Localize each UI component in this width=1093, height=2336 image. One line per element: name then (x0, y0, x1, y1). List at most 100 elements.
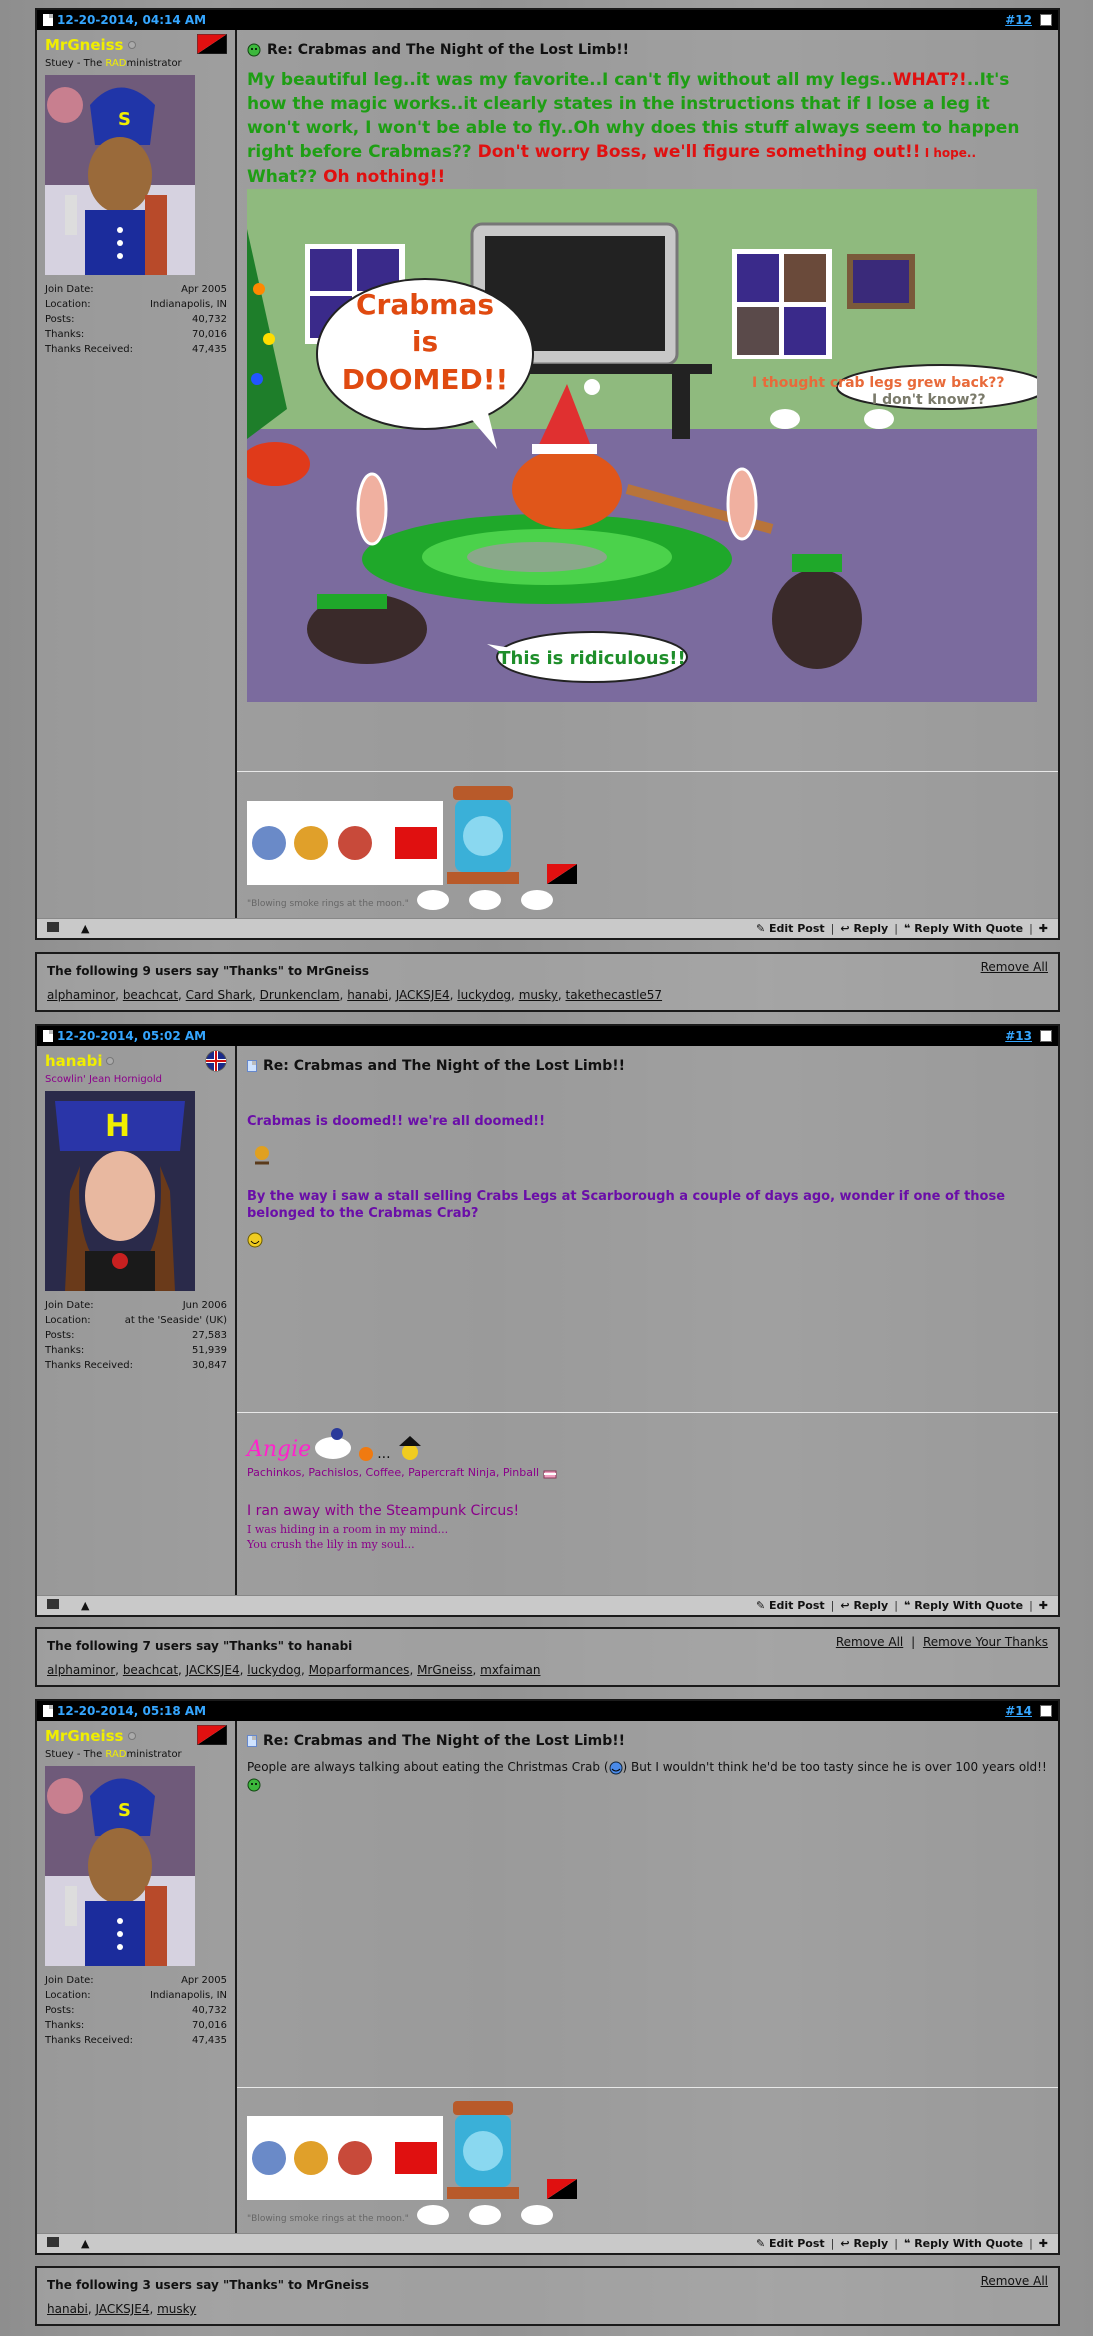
thanks-user-link[interactable]: musky (519, 988, 558, 1002)
signature-line-3: I was hiding in a room in my mind... (247, 1523, 449, 1536)
post-number-link[interactable]: #12 (1005, 13, 1032, 27)
post-content: Re: Crabmas and The Night of the Lost Li… (237, 30, 1058, 918)
remove-all-thanks-link[interactable]: Remove All (981, 960, 1048, 974)
avatar[interactable]: S (45, 1766, 195, 1966)
signature-hobbies: Pachinkos, Pachislos, Coffee, Papercraft… (247, 1466, 540, 1479)
edit-post-button[interactable]: ✎ Edit Post (756, 922, 825, 935)
remove-your-thanks-link[interactable]: Remove Your Thanks (923, 1635, 1048, 1649)
thanks-user-link[interactable]: JACKSJE4 (396, 988, 450, 1002)
multi-quote-icon[interactable]: ✚ (1039, 922, 1048, 935)
warning-icon[interactable]: ▲ (81, 1599, 89, 1612)
signature-dots: ... (377, 1446, 391, 1462)
multiquote-checkbox[interactable] (1040, 14, 1052, 26)
svg-text:S: S (118, 109, 131, 130)
remove-all-thanks-link[interactable]: Remove All (981, 2274, 1048, 2288)
user-stats: Join Date: Apr 2005 Location: Indianapolis… (45, 1975, 227, 2046)
sheep-icon (315, 1428, 352, 1459)
post-date: 12-20-2014, 05:18 AM (57, 1704, 207, 1718)
document-icon (43, 1705, 53, 1717)
username-link[interactable]: hanabi (45, 1052, 227, 1070)
post-line-1: Crabmas is doomed!! we're all doomed!! (247, 1114, 546, 1129)
thanks-user-link[interactable]: beachcat (123, 1663, 178, 1677)
avatar[interactable]: S (45, 75, 195, 275)
signature-divider (237, 771, 1058, 772)
post-13: 12-20-2014, 05:02 AM #13 hanabi Scowlin'… (35, 1024, 1060, 1617)
edit-post-button[interactable]: ✎ Edit Post (756, 2237, 825, 2250)
thanks-user-link[interactable]: hanabi (47, 2302, 88, 2316)
signature-banner-image (247, 2116, 443, 2200)
user-title: Stuey - The RADministrator (45, 58, 182, 69)
grin-smiley-icon (247, 1232, 263, 1248)
signature-divider (237, 1412, 1058, 1413)
post-footer: ▲ ✎ Edit Post | ↩ Reply | ❝ Reply With Q… (37, 1595, 1058, 1615)
user-stats: Join Date: Jun 2006 Location: at the 'Seas… (45, 1300, 227, 1371)
report-icon[interactable] (47, 2237, 59, 2247)
post-number-link[interactable]: #14 (1005, 1704, 1032, 1718)
thanks-user-list: alphaminor, beachcat, JACKSJE4, luckydog… (47, 1663, 541, 1677)
thanks-user-link[interactable]: musky (157, 2302, 196, 2316)
post-footer: ▲ ✎ Edit Post | ↩ Reply | ❝ Reply With Q… (37, 2233, 1058, 2253)
reply-with-quote-button[interactable]: ❝ Reply With Quote (904, 2237, 1023, 2250)
reply-with-quote-button[interactable]: ❝ Reply With Quote (904, 1599, 1023, 1612)
post-number-link[interactable]: #13 (1005, 1029, 1032, 1043)
thanks-user-list: hanabi, JACKSJE4, musky (47, 2302, 197, 2316)
svg-text:S: S (118, 1800, 131, 1821)
multi-quote-icon[interactable]: ✚ (1039, 2237, 1048, 2250)
signature-name: Angie (247, 1437, 312, 1462)
thanks-user-link[interactable]: takethecastle57 (566, 988, 663, 1002)
multiquote-checkbox[interactable] (1040, 1705, 1052, 1717)
multiquote-checkbox[interactable] (1040, 1030, 1052, 1042)
post-date: 12-20-2014, 05:02 AM (57, 1029, 207, 1043)
warning-icon[interactable]: ▲ (81, 2237, 89, 2250)
reply-button[interactable]: ↩ Reply (840, 922, 888, 935)
reply-button[interactable]: ↩ Reply (840, 2237, 888, 2250)
thanks-user-link[interactable]: Drunkenclam (260, 988, 340, 1002)
flag-icon (197, 1725, 227, 1745)
thanks-user-link[interactable]: beachcat (123, 988, 178, 1002)
warning-icon[interactable]: ▲ (81, 922, 89, 935)
user-stats: Join Date: Apr 2005 Location: Indianapolis… (45, 284, 227, 355)
svg-text:H: H (105, 1109, 130, 1144)
post-line-2: By the way i saw a stall selling Crabs L… (247, 1189, 1006, 1221)
thanks-user-link[interactable]: Moparformances (309, 1663, 410, 1677)
thanks-user-link[interactable]: JACKSJE4 (186, 1663, 240, 1677)
remove-all-thanks-link[interactable]: Remove All (836, 1635, 903, 1649)
thanks-user-link[interactable]: JACKSJE4 (96, 2302, 150, 2316)
thanks-user-link[interactable]: alphaminor (47, 988, 115, 1002)
avatar[interactable]: H (45, 1091, 195, 1291)
signature-line-4: You crush the lily in my soul... (247, 1538, 415, 1551)
post-title: Re: Crabmas and The Night of the Lost Li… (247, 42, 1048, 58)
brain-jar-image (447, 2101, 519, 2199)
sheep-icons (417, 890, 553, 910)
user-info: MrGneiss Stuey - The RADministrator S Jo… (37, 30, 237, 918)
witch-smiley-icon (398, 1436, 421, 1460)
post-message: People are always talking about eating t… (247, 1759, 1047, 1793)
edit-post-button[interactable]: ✎ Edit Post (756, 1599, 825, 1612)
report-icon[interactable] (47, 1599, 59, 1609)
thanks-user-link[interactable]: hanabi (347, 988, 388, 1002)
flag-icon (197, 34, 227, 54)
thanks-header: The following 3 users say "Thanks" to Mr… (47, 2278, 370, 2292)
bubble-legs-line1: I thought crab legs grew back?? (752, 375, 1005, 391)
thanks-user-link[interactable]: mxfaiman (480, 1663, 540, 1677)
post-title: Re: Crabmas and The Night of the Lost Li… (247, 1058, 1048, 1074)
offline-status-icon (127, 1732, 136, 1740)
post-footer: ▲ ✎ Edit Post | ↩ Reply | ❝ Reply With Q… (37, 918, 1058, 938)
thanks-user-link[interactable]: alphaminor (47, 1663, 115, 1677)
post-header: 12-20-2014, 05:02 AM #13 (37, 1026, 1058, 1046)
multi-quote-icon[interactable]: ✚ (1039, 1599, 1048, 1612)
reply-with-quote-button[interactable]: ❝ Reply With Quote (904, 922, 1023, 935)
running-smiley-icon (255, 1146, 269, 1165)
user-info: MrGneiss Stuey - The RADministrator S Jo… (37, 1721, 237, 2233)
document-post-icon (247, 1060, 257, 1072)
reply-button[interactable]: ↩ Reply (840, 1599, 888, 1612)
user-info: hanabi Scowlin' Jean Hornigold H Join Da… (37, 1046, 237, 1595)
offline-status-icon (106, 1057, 115, 1065)
report-icon[interactable] (47, 922, 59, 932)
bubble-ridiculous: This is ridiculous!! (498, 648, 685, 669)
thanks-user-link[interactable]: Card Shark (186, 988, 252, 1002)
thanks-user-link[interactable]: MrGneiss (417, 1663, 472, 1677)
thanks-user-link[interactable]: luckydog (457, 988, 511, 1002)
thanks-user-link[interactable]: luckydog (247, 1663, 301, 1677)
post-14: 12-20-2014, 05:18 AM #14 MrGneiss Stuey … (35, 1699, 1060, 2255)
